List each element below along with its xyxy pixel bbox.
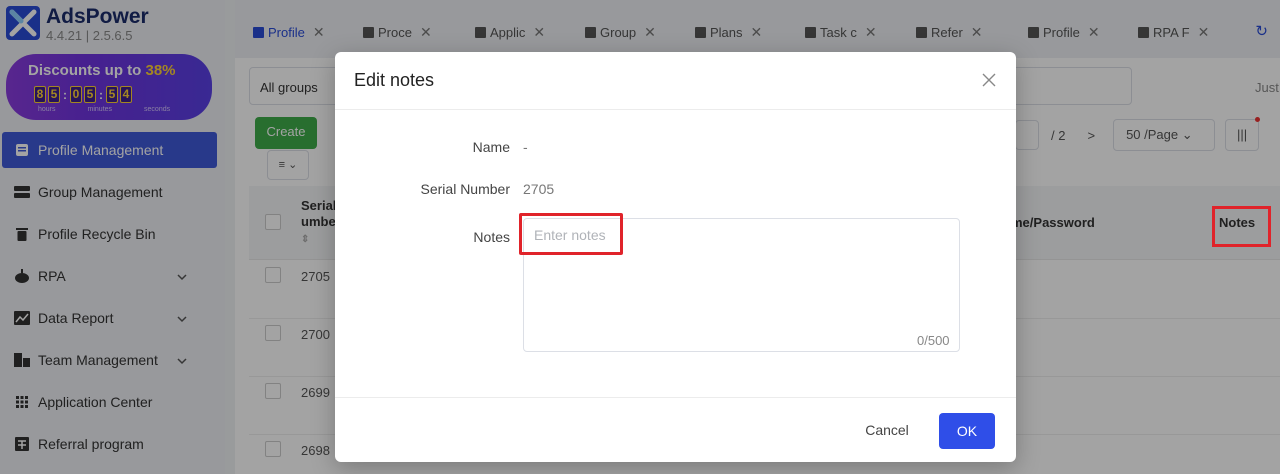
edit-notes-dialog: Edit notes Name - Serial Number 2705 Not… (335, 52, 1016, 462)
name-value: - (523, 139, 528, 155)
serial-number-value: 2705 (523, 181, 555, 197)
cancel-button[interactable]: Cancel (852, 413, 922, 447)
dialog-header: Edit notes (335, 52, 1016, 110)
serial-number-label: Serial Number (420, 181, 510, 197)
notes-textarea[interactable] (523, 218, 960, 352)
dialog-title: Edit notes (354, 70, 435, 90)
dialog-footer: Cancel OK (335, 397, 1016, 462)
notes-label: Notes (473, 229, 510, 245)
name-label: Name (472, 139, 510, 155)
notes-char-count: 0/500 (917, 333, 950, 348)
ok-button[interactable]: OK (939, 413, 995, 449)
close-icon[interactable] (980, 71, 998, 89)
notes-column-highlight (1212, 206, 1271, 247)
